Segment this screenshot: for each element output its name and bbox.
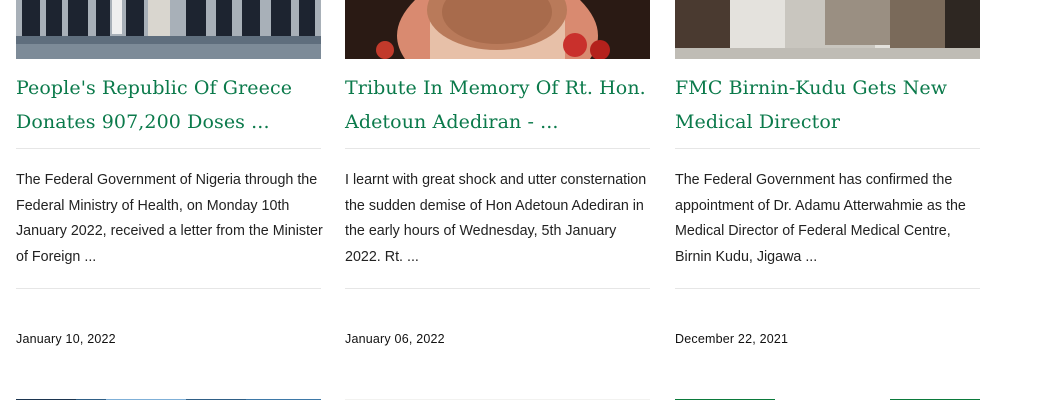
article-thumbnail[interactable] (675, 393, 980, 400)
divider (16, 148, 321, 149)
divider (16, 288, 321, 289)
article-thumbnail[interactable] (16, 0, 321, 59)
divider (345, 148, 650, 149)
article-title[interactable]: FMC Birnin-Kudu Gets New Medical Directo… (675, 71, 980, 139)
article-thumbnail[interactable] (16, 393, 321, 400)
article-thumbnail[interactable] (675, 0, 980, 59)
divider (345, 288, 650, 289)
divider (675, 288, 980, 289)
article-excerpt: I learnt with great shock and utter cons… (345, 172, 647, 265)
article-title[interactable]: People's Republic Of Greece Donates 907,… (16, 71, 321, 139)
divider (675, 148, 980, 149)
article-date: January 10, 2022 (16, 332, 116, 346)
article-thumbnail[interactable] (345, 393, 650, 400)
article-excerpt: The Federal Government has confirmed the… (675, 172, 966, 265)
article-title[interactable]: Tribute In Memory Of Rt. Hon. Adetoun Ad… (345, 71, 650, 139)
article-excerpt: The Federal Government of Nigeria throug… (16, 172, 323, 265)
article-thumbnail[interactable] (345, 0, 650, 59)
article-date: January 06, 2022 (345, 332, 445, 346)
article-date: December 22, 2021 (675, 332, 789, 346)
